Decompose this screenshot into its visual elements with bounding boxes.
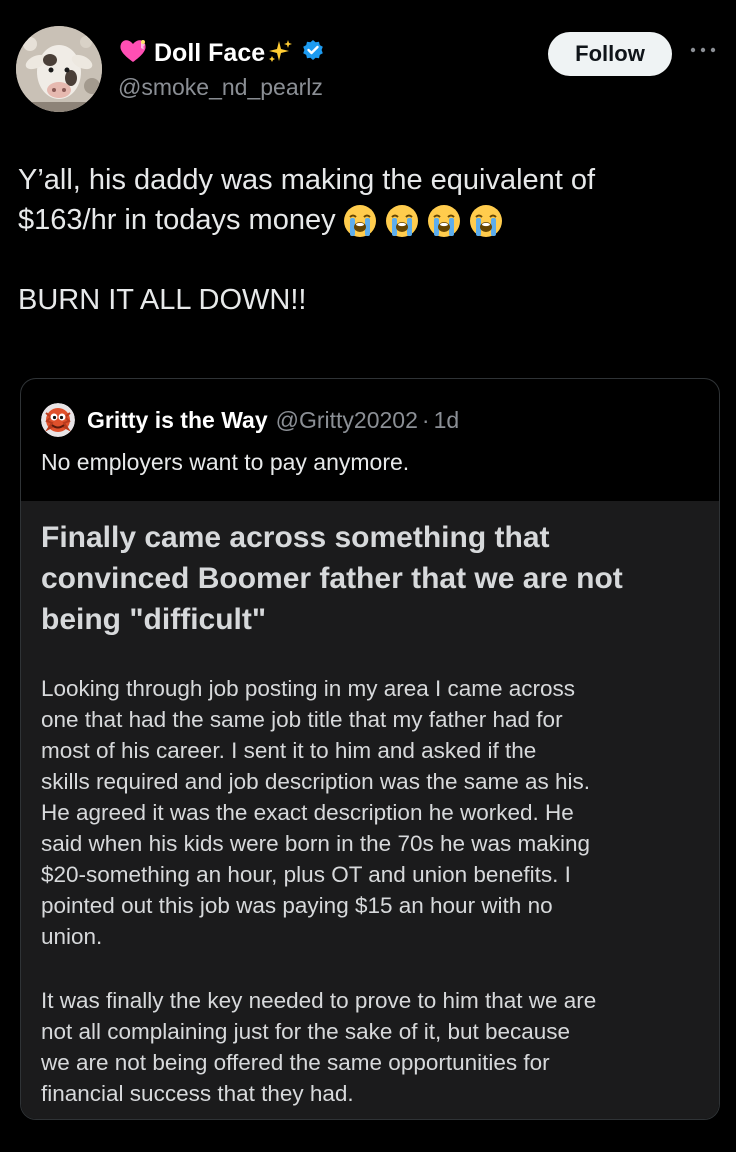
loudly-crying-face-icon bbox=[427, 205, 460, 238]
image-title-line: Finally came across something that bbox=[41, 521, 550, 554]
verified-badge-icon bbox=[299, 39, 325, 67]
image-text-line: He agreed it was the exact description h… bbox=[41, 800, 574, 825]
image-title-line: convinced Boomer father that we are not bbox=[41, 562, 623, 595]
image-text-line: It was finally the key needed to prove t… bbox=[41, 988, 597, 1013]
image-text-line: not all complaining just for the sake of… bbox=[41, 1019, 571, 1044]
image-paragraph-1: Looking through job posting in my area I… bbox=[41, 673, 701, 952]
loudly-crying-face-icon bbox=[343, 205, 376, 238]
image-text-line: financial success that they had. bbox=[41, 1081, 354, 1106]
quoted-post-text: No employers want to pay anymore. bbox=[41, 449, 410, 475]
sparkles-emoji-icon bbox=[269, 38, 293, 68]
image-text-line: one that had the same job title that my … bbox=[41, 707, 563, 732]
image-title: Finally came across something that convi… bbox=[41, 517, 691, 640]
image-text-line: skills required and job description was … bbox=[41, 769, 591, 794]
post-text-line: Y’all, his daddy was making the equivale… bbox=[18, 164, 596, 196]
image-paragraph-2: It was finally the key needed to prove t… bbox=[41, 985, 701, 1109]
follow-button[interactable]: Follow bbox=[548, 32, 672, 76]
heart-emoji-icon bbox=[118, 38, 148, 68]
timestamp-separator: · bbox=[421, 406, 430, 433]
post-text-line-with-emojis: $163/hr in todays money bbox=[18, 200, 718, 240]
crying-emoji-group bbox=[342, 203, 504, 239]
image-text-line: most of his career. I sent it to him and… bbox=[41, 738, 537, 763]
image-text-line: union. bbox=[41, 924, 103, 949]
author-handle[interactable]: @smoke_nd_pearlz bbox=[118, 74, 323, 101]
post-text-line: $163/hr in todays money bbox=[18, 204, 336, 236]
image-text-line: we are not being offered the same opport… bbox=[41, 1050, 550, 1075]
image-text-line: pointed out this job was paying $15 an h… bbox=[41, 893, 553, 918]
image-text-line: Looking through job posting in my area I… bbox=[41, 676, 576, 701]
post-header: Doll Face @smoke_nd_pearlz Follow bbox=[16, 26, 720, 116]
quoted-author-handle: @Gritty20202 bbox=[275, 406, 418, 433]
loudly-crying-face-icon bbox=[469, 205, 502, 238]
quoted-post-image[interactable]: Finally came across something that convi… bbox=[21, 501, 719, 1119]
author-display-name: Doll Face bbox=[154, 38, 266, 67]
quoted-author-name: Gritty is the Way bbox=[87, 406, 268, 433]
quoted-post-time: 1d bbox=[433, 406, 460, 433]
cow-avatar-icon bbox=[16, 26, 102, 112]
post-text: Y’all, his daddy was making the equivale… bbox=[18, 160, 718, 320]
image-text-line: $20-something an hour, plus OT and union… bbox=[41, 862, 571, 887]
loudly-crying-face-icon bbox=[385, 205, 418, 238]
author-avatar[interactable] bbox=[16, 26, 102, 112]
image-text-line: said when his kids were born in the 70s … bbox=[41, 831, 591, 856]
quoted-post-header: Gritty is the Way @Gritty20202 · 1d bbox=[41, 403, 459, 437]
quoted-post-card[interactable]: Gritty is the Way @Gritty20202 · 1d No e… bbox=[20, 378, 720, 1120]
image-title-line: being "difficult" bbox=[41, 603, 267, 636]
more-dots-icon[interactable] bbox=[688, 40, 718, 60]
author-name-row[interactable]: Doll Face bbox=[118, 38, 325, 68]
post-text-line: BURN IT ALL DOWN!! bbox=[18, 284, 307, 316]
gritty-avatar-icon[interactable] bbox=[41, 403, 75, 437]
